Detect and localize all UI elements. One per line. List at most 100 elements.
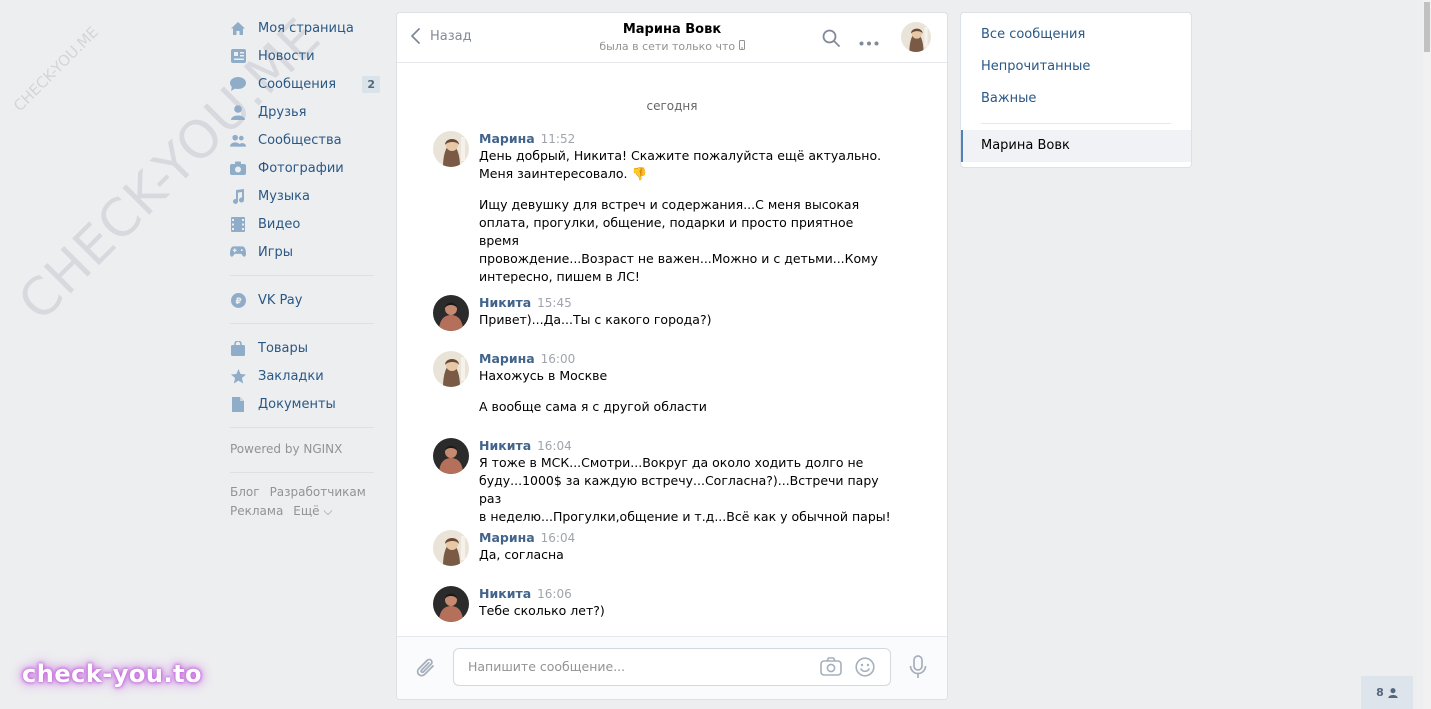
message-author[interactable]: Марина (479, 530, 535, 545)
page-scrollbar[interactable] (1423, 0, 1431, 709)
music-icon (230, 188, 246, 204)
nav-label: Закладки (258, 368, 324, 384)
attach-button[interactable] (415, 656, 437, 684)
message-text: Привет)...Да...Ты с какого города?) (479, 312, 712, 327)
message-input[interactable] (466, 658, 800, 675)
nav-label: Товары (258, 340, 309, 356)
nav-item-vkpay[interactable]: ₽ VK Pay (230, 286, 380, 314)
sender-avatar-marina[interactable] (433, 530, 469, 566)
message-item[interactable]: Никита 16:04 Я тоже в МСК...Смотри...Вокр… (433, 438, 893, 526)
footer-links: Блог Разработчикам Реклама Ещё ⌵ (230, 483, 380, 521)
nav-item-bookmarks[interactable]: Закладки (230, 362, 380, 390)
nav-label: Друзья (258, 104, 307, 120)
nav-divider (230, 275, 374, 276)
mobile-icon (738, 40, 745, 50)
nav-item-news[interactable]: Новости (230, 42, 380, 70)
filter-important[interactable]: Важные (961, 83, 1191, 115)
nav-item-music[interactable]: Музыка (230, 182, 380, 210)
message-history[interactable]: сегодня Марина 11:52 День добрый, Никита!… (397, 63, 947, 637)
scrollbar-thumb[interactable] (1424, 2, 1430, 52)
camera-button[interactable] (820, 657, 842, 680)
message-item[interactable]: Никита 16:06 Тебе сколько лет?) (433, 586, 893, 622)
chat-window: Назад Марина Вовк была в сети только что… (396, 12, 948, 700)
nav-label: Игры (258, 244, 294, 260)
paperclip-icon (416, 658, 434, 677)
message-text: Я тоже в МСК...Смотри...Вокруг да около … (479, 455, 891, 524)
watermark-small: CHECK-YOU.ME (10, 23, 102, 115)
nav-label: Сообщения (258, 76, 337, 92)
message-text: День добрый, Никита! Скажите пожалуйста … (479, 148, 882, 181)
filter-all-messages[interactable]: Все сообщения (961, 19, 1191, 51)
nav-item-my-page[interactable]: Моя страница (230, 14, 380, 42)
online-friends-button[interactable]: 8 (1361, 676, 1413, 709)
more-actions-button[interactable] (859, 35, 879, 50)
message-composer (397, 636, 947, 699)
filter-unread[interactable]: Непрочитанные (961, 51, 1191, 83)
star-icon (230, 368, 246, 384)
vkpay-icon: ₽ (230, 292, 246, 308)
nav-label: Фотографии (258, 160, 344, 176)
peer-avatar[interactable] (901, 22, 931, 52)
message-text: Нахожусь в Москве (479, 368, 608, 383)
message-item[interactable]: Никита 15:45 Привет)...Да...Ты с какого г… (433, 295, 893, 331)
video-icon (230, 216, 246, 232)
message-time: 16:00 (540, 352, 576, 366)
nav-item-messages[interactable]: Сообщения 2 (230, 70, 380, 98)
nav-item-games[interactable]: Игры (230, 238, 380, 266)
message-author[interactable]: Никита (479, 586, 531, 601)
svg-text:₽: ₽ (235, 297, 241, 307)
message-input-box[interactable] (453, 648, 891, 686)
nav-divider (230, 427, 374, 428)
nav-divider (230, 323, 374, 324)
nav-item-friends[interactable]: Друзья (230, 98, 380, 126)
search-icon (822, 29, 840, 47)
message-time: 15:45 (537, 296, 572, 310)
microphone-icon (909, 655, 927, 678)
footer-link-developers[interactable]: Разработчикам (270, 485, 366, 499)
message-text: Ищу девушку для встреч и содержания...С … (479, 197, 879, 284)
message-item[interactable]: Марина 11:52 День добрый, Никита! Скажите… (433, 131, 893, 286)
more-dots-icon (859, 41, 879, 46)
nav-item-video[interactable]: Видео (230, 210, 380, 238)
nav-label: Сообщества (258, 132, 342, 148)
sender-avatar-nikita[interactable] (433, 295, 469, 331)
nav-item-documents[interactable]: Документы (230, 390, 380, 418)
sender-avatar-marina[interactable] (433, 351, 469, 387)
nav-label: Моя страница (258, 20, 354, 36)
gamepad-icon (230, 244, 246, 260)
voice-message-button[interactable] (909, 655, 927, 683)
sender-avatar-nikita[interactable] (433, 586, 469, 622)
powered-by: Powered by NGINX (230, 442, 343, 456)
nav-item-goods[interactable]: Товары (230, 334, 380, 362)
message-author[interactable]: Марина (479, 131, 535, 146)
search-button[interactable] (822, 29, 840, 51)
news-icon (230, 48, 246, 64)
active-conversation[interactable]: Марина Вовк (961, 130, 1191, 162)
message-item[interactable]: Марина 16:04 Да, согласна (433, 530, 893, 566)
nav-label: Видео (258, 216, 301, 232)
message-time: 16:06 (537, 587, 572, 601)
camera-icon (230, 160, 246, 176)
smile-icon (855, 657, 875, 677)
footer-link-more[interactable]: Ещё ⌵ (293, 504, 332, 518)
message-author[interactable]: Никита (479, 295, 531, 310)
nav-label: Музыка (258, 188, 310, 204)
message-icon (230, 76, 246, 92)
group-icon (230, 132, 246, 148)
sender-avatar-nikita[interactable] (433, 438, 469, 474)
sender-avatar-marina[interactable] (433, 131, 469, 167)
message-author[interactable]: Никита (479, 438, 531, 453)
document-icon (230, 396, 246, 412)
nav-item-communities[interactable]: Сообщества (230, 126, 380, 154)
nav-label: VK Pay (258, 292, 303, 308)
emoji-button[interactable] (855, 657, 875, 681)
footer-link-ads[interactable]: Реклама (230, 504, 283, 518)
nav-item-photos[interactable]: Фотографии (230, 154, 380, 182)
brand-watermark: check-you.to (22, 660, 203, 688)
footer-link-blog[interactable]: Блог (230, 485, 260, 499)
message-author[interactable]: Марина (479, 351, 535, 366)
friend-icon (1388, 687, 1398, 698)
message-item[interactable]: Марина 16:00 Нахожусь в Москве А вообще с… (433, 351, 893, 416)
message-text: Тебе сколько лет?) (479, 603, 605, 618)
home-icon (230, 20, 246, 36)
